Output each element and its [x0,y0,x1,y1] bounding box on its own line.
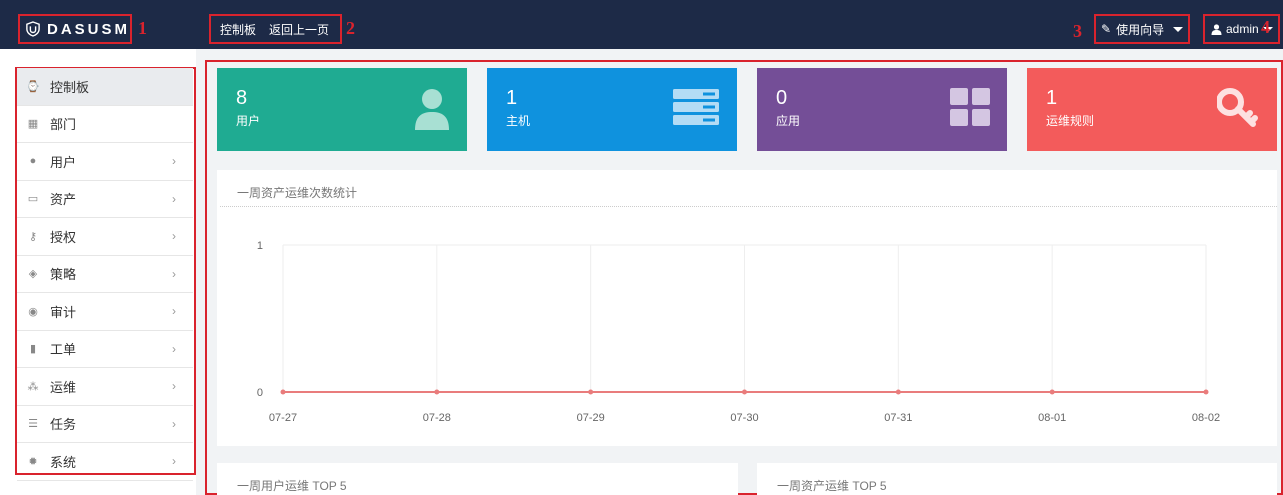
user-icon: ● [29,155,37,168]
annotation-marker-1: 1 [138,18,147,38]
sidebar-item-7[interactable]: ▮ 工单 › [17,331,193,368]
chevron-right-icon: › [172,266,176,281]
sidebar-item-label: 部门 [50,117,77,133]
chevron-right-icon: › [172,416,176,431]
sidebar-item-label: 系统 [50,454,77,470]
key-icon: ⚷ [28,230,38,243]
gear-icon: ✹ [28,455,38,468]
top-navbar: DASUSM 控制板 返回上一页 ✎ 使用向导 admin [0,0,1283,49]
stat-label: 应用 [776,114,801,128]
data-point [588,389,594,395]
guide-dropdown[interactable]: ✎ 使用向导 [1094,14,1190,44]
stat-value: 1 [1046,87,1058,109]
dashboard-icon: ⌚ [26,80,40,93]
user-name: admin [1226,22,1259,36]
sitemap-icon: ⁂ [27,380,39,393]
panel-divider [220,206,1277,207]
breadcrumb-back-link[interactable]: 返回上一页 [269,21,329,38]
data-point [1203,389,1209,395]
chevron-right-icon: › [172,229,176,244]
shield-icon [26,21,40,37]
sidebar-item-8[interactable]: ⁂ 运维 › [17,368,193,406]
x-tick-label: 07-27 [269,412,297,424]
y-tick-label: 0 [257,387,263,399]
stat-label: 主机 [506,114,531,128]
weekly-ops-line-chart: 0 1 07-27 07-28 07-29 07-30 07-31 08-01 08-02 [257,240,1220,424]
annotation-marker-3: 3 [1073,21,1082,41]
stat-label: 运维规则 [1046,114,1095,128]
sidebar-item-label: 用户 [50,154,77,170]
monitor-icon: ▭ [27,193,39,206]
sidebar-item-2[interactable]: ● 用户 › [17,143,193,181]
chevron-right-icon: › [172,191,176,206]
sidebar-item-4[interactable]: ⚷ 授权 › [17,218,193,256]
stat-card-apps[interactable]: 0 应用 [757,68,1007,151]
sidebar-item-1[interactable]: ▦ 部门 [17,106,193,143]
tag-icon: ◈ [28,268,38,281]
logo-text: DASUSM [46,20,130,38]
user-icon [415,89,449,130]
data-point [434,389,440,395]
magic-wand-icon: ✎ [1101,22,1112,36]
chevron-right-icon: › [172,379,176,394]
sidebar-item-label: 控制板 [50,79,90,95]
apps-grid-icon [950,88,990,126]
user-icon [1211,23,1222,35]
sidebar-item-label: 资产 [50,192,77,208]
stat-value: 0 [776,87,788,109]
sidebar-item-label: 授权 [50,229,77,245]
panel-title: 一周用户运维 TOP 5 [237,479,347,493]
data-point [742,389,747,395]
guide-label: 使用向导 [1116,22,1165,37]
file-icon: ▮ [29,343,37,356]
stat-card-users[interactable]: 8 用户 [217,68,467,151]
chevron-right-icon: › [172,341,176,356]
app-logo[interactable]: DASUSM [18,14,132,44]
sidebar-nav: ⌚ 控制板 ▦ 部门 ● 用户 › ▭ 资产 › ⚷ 授权 › ◈ 策略 › ◉ 审计 › ▮ 工单 › ⁂ 运维 › ☰ 任务 › ✹… [17,68,193,481]
x-tick-label: 07-31 [884,412,912,424]
list-icon: ☰ [28,418,38,431]
sidebar-item-label: 审计 [50,304,77,320]
x-tick-label: 08-02 [1192,412,1220,424]
breadcrumb-dashboard-link[interactable]: 控制板 [220,21,256,38]
annotation-marker-4: 4 [1261,17,1270,37]
sidebar-item-label: 工单 [50,342,77,358]
stat-value: 1 [506,87,518,109]
key-icon [1217,88,1258,127]
sidebar-item-label: 运维 [50,379,77,395]
server-icon [673,89,719,125]
x-tick-label: 08-01 [1038,412,1066,424]
stat-card-hosts[interactable]: 1 主机 [487,68,737,151]
data-point [895,389,901,395]
sidebar-item-9[interactable]: ☰ 任务 › [17,406,193,443]
x-tick-label: 07-28 [423,412,451,424]
data-point [1049,389,1055,395]
chevron-right-icon: › [172,304,176,319]
stat-card-rules[interactable]: 1 运维规则 [1027,68,1277,151]
sidebar-item-3[interactable]: ▭ 资产 › [17,181,193,218]
panel-title: 一周资产运维 TOP 5 [777,479,887,493]
y-tick-label: 1 [257,240,263,252]
stat-value: 8 [236,87,248,109]
x-tick-label: 07-30 [730,412,758,424]
sidebar-item-6[interactable]: ◉ 审计 › [17,293,193,331]
panel-title: 一周资产运维次数统计 [237,186,358,200]
top5-users-panel: 一周用户运维 TOP 5 [217,463,738,495]
annotation-marker-2: 2 [346,18,355,38]
top5-assets-panel: 一周资产运维 TOP 5 [757,463,1277,495]
chevron-right-icon: › [172,454,176,469]
data-point [280,389,286,395]
sidebar-item-5[interactable]: ◈ 策略 › [17,256,193,293]
eye-icon: ◉ [28,305,38,318]
sidebar-item-label: 策略 [50,267,77,283]
sidebar-item-label: 任务 [50,417,77,433]
stat-label: 用户 [236,114,261,128]
sidebar-item-0[interactable]: ⌚ 控制板 [17,68,193,106]
breadcrumb: 控制板 返回上一页 [209,14,342,44]
x-tick-label: 07-29 [577,412,605,424]
caret-down-icon [1173,26,1184,32]
sidebar-item-10[interactable]: ✹ 系统 › [17,443,193,481]
grid-icon: ▦ [27,118,39,131]
chevron-right-icon: › [172,154,176,169]
